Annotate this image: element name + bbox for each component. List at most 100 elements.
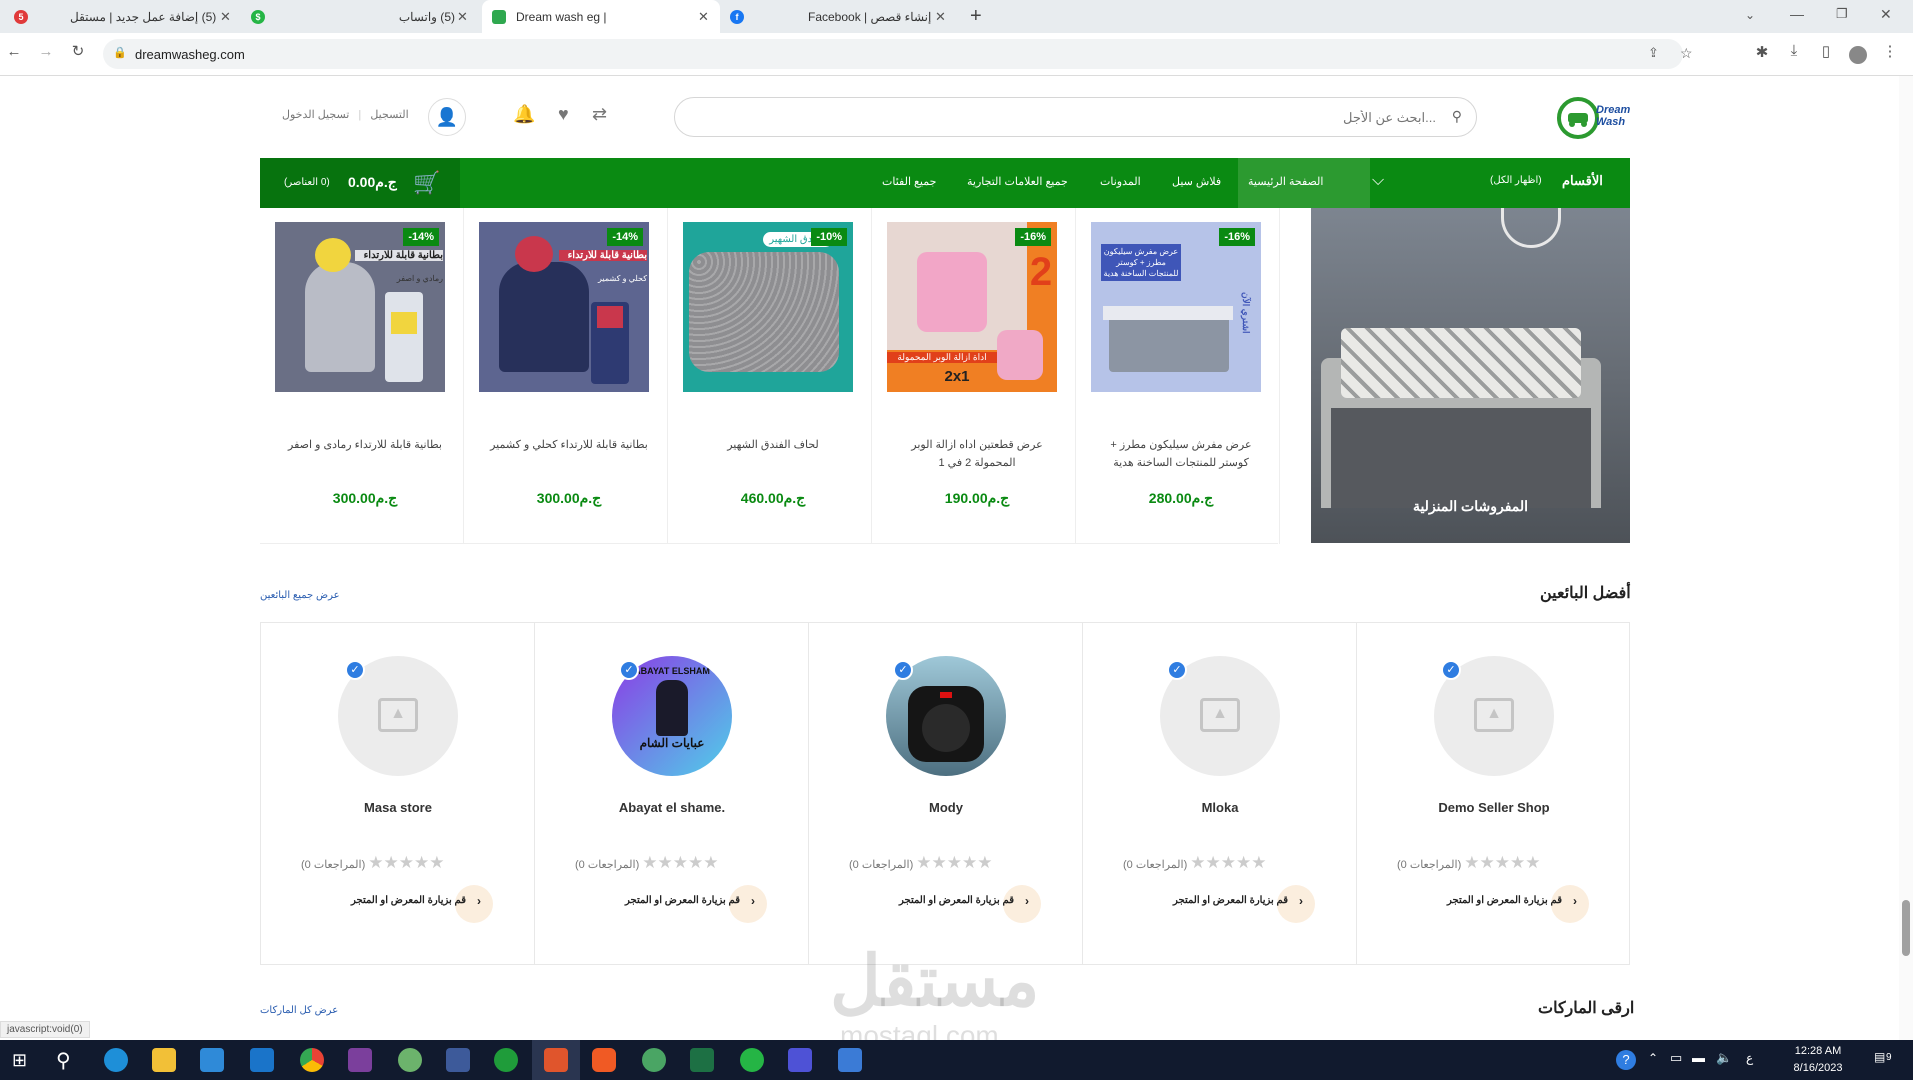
search-icon[interactable]: ⚲: [56, 1048, 71, 1073]
register-link[interactable]: التسجيل: [370, 109, 408, 121]
app-icon[interactable]: [838, 1048, 862, 1072]
product-card[interactable]: بطانية قابلة للارتداء كحلي و كشمير -14% …: [464, 208, 668, 544]
close-icon[interactable]: ✕: [220, 9, 231, 25]
download-icon[interactable]: ⤓: [1784, 42, 1804, 59]
menu-icon[interactable]: ⋮: [1880, 42, 1900, 60]
forward-icon[interactable]: →: [36, 43, 56, 60]
visit-store-link[interactable]: قم بزيارة المعرض او المتجر ›: [1447, 885, 1589, 923]
app-icon[interactable]: [446, 1048, 470, 1072]
seller-name[interactable]: Mloka: [1083, 800, 1357, 815]
network-icon[interactable]: ▭: [1670, 1050, 1682, 1066]
seller-name[interactable]: Abayat el shame.: [535, 800, 809, 815]
taskbar-date[interactable]: 8/16/2023: [1782, 1062, 1854, 1074]
search-input[interactable]: [706, 98, 1436, 136]
language-indicator[interactable]: ع: [1746, 1051, 1753, 1065]
battery-icon[interactable]: ▬: [1692, 1050, 1705, 1065]
nav-item-flash-sale[interactable]: فلاش سيل: [1172, 175, 1221, 188]
nav-categories-label[interactable]: الأقسام: [1562, 173, 1603, 189]
tab-whatsapp[interactable]: $ (5) واتساب ✕: [245, 0, 480, 33]
excel-icon[interactable]: [690, 1048, 714, 1072]
close-window-icon[interactable]: ✕: [1880, 6, 1892, 23]
nav-show-all[interactable]: (اظهار الكل): [1490, 175, 1542, 186]
brave-icon[interactable]: [592, 1048, 616, 1072]
page-scrollbar[interactable]: [1899, 76, 1913, 1040]
nav-item-home[interactable]: الصفحة الرئيسية: [1248, 175, 1323, 188]
product-card[interactable]: عرض مفرش سيليكون مطرز + كوستر للمنتجات ا…: [1076, 208, 1280, 544]
share-icon[interactable]: ⇪: [1648, 45, 1659, 61]
file-explorer-icon[interactable]: [152, 1048, 176, 1072]
cart-button[interactable]: (0 العناصر) ج.م0.00 🛒: [260, 158, 460, 208]
chrome-icon[interactable]: [300, 1048, 324, 1072]
restore-icon[interactable]: ❐: [1836, 6, 1848, 22]
view-all-sellers-link[interactable]: عرض جميع البائعين: [260, 590, 340, 601]
seller-card[interactable]: ✓ ABAYAT ELSHAM عبايات الشام Abayat el s…: [535, 623, 809, 964]
bookmark-star-icon[interactable]: ☆: [1680, 45, 1693, 62]
view-all-brands-link[interactable]: عرض كل الماركات: [260, 1005, 338, 1016]
edge-icon[interactable]: [104, 1048, 128, 1072]
address-bar[interactable]: 🔒 dreamwasheg.com ☆ ⇪: [103, 39, 1693, 69]
product-name[interactable]: عرض مفرش سيليكون مطرز + كوستر للمنتجات ا…: [1096, 436, 1266, 472]
seller-card[interactable]: ✓ ▲ Demo Seller Shop (0 المراجعات) ★★★★★…: [1357, 623, 1631, 964]
app-icon[interactable]: [348, 1048, 372, 1072]
whatsapp-icon[interactable]: [740, 1048, 764, 1072]
seller-card[interactable]: ✓ Mody (0 المراجعات) ★★★★★ قم بزيارة الم…: [809, 623, 1083, 964]
product-name[interactable]: بطانية قابلة للارتداء رمادى و اصفر: [280, 436, 450, 454]
nav-item-all-brands[interactable]: جميع العلامات التجارية: [967, 175, 1068, 188]
search-bar[interactable]: ⚲: [674, 97, 1477, 137]
close-icon[interactable]: ✕: [698, 9, 709, 25]
visit-store-link[interactable]: قم بزيارة المعرض او المتجر ›: [1173, 885, 1315, 923]
category-banner[interactable]: المفروشات المنزلية: [1311, 208, 1630, 543]
seller-name[interactable]: Mody: [809, 800, 1083, 815]
taskbar-time[interactable]: 12:28 AM: [1782, 1045, 1854, 1057]
notification-icon[interactable]: ▤: [1874, 1050, 1885, 1064]
seller-name[interactable]: Masa store: [261, 800, 535, 815]
nav-item-all-categories[interactable]: جميع الفئات: [882, 175, 936, 188]
visit-store-link[interactable]: قم بزيارة المعرض او المتجر ›: [625, 885, 767, 923]
seller-card[interactable]: ✓ ▲ Masa store (0 المراجعات) ★★★★★ قم بز…: [261, 623, 535, 964]
minimize-icon[interactable]: —: [1790, 6, 1804, 22]
close-icon[interactable]: ✕: [457, 9, 468, 25]
app-icon[interactable]: [398, 1048, 422, 1072]
app-icon[interactable]: [788, 1048, 812, 1072]
help-icon[interactable]: ?: [1616, 1050, 1636, 1070]
tab-mostaql[interactable]: 5 (5) إضافة عمل جديد | مستقل ✕: [10, 0, 240, 33]
seller-name[interactable]: Demo Seller Shop: [1357, 800, 1631, 815]
app-icon[interactable]: [544, 1048, 568, 1072]
search-icon[interactable]: ⚲: [1452, 108, 1462, 125]
product-card[interactable]: بطانية قابلة للارتداء رمادي و اصفر -14% …: [260, 208, 464, 544]
new-tab-button[interactable]: +: [970, 5, 982, 28]
mail-icon[interactable]: [250, 1048, 274, 1072]
visit-store-link[interactable]: قم بزيارة المعرض او المتجر ›: [351, 885, 493, 923]
user-icon[interactable]: 👤: [428, 98, 466, 136]
back-icon[interactable]: ←: [4, 43, 24, 60]
visit-store-link[interactable]: قم بزيارة المعرض او المتجر ›: [899, 885, 1041, 923]
product-card[interactable]: الفندق الشهير -10% لحاف الفندق الشهير ج.…: [668, 208, 872, 544]
extensions-icon[interactable]: ✱: [1752, 43, 1772, 61]
heart-icon[interactable]: ♥: [558, 104, 569, 125]
store-icon[interactable]: [200, 1048, 224, 1072]
close-icon[interactable]: ✕: [935, 9, 946, 25]
nav-item-blogs[interactable]: المدونات: [1100, 175, 1141, 188]
volume-icon[interactable]: 🔈: [1716, 1050, 1732, 1066]
product-name[interactable]: عرض قطعتين اداه ازالة الوبر المحمولة 2 ف…: [892, 436, 1062, 472]
chevron-down-icon[interactable]: ⌵: [1372, 172, 1384, 190]
chevron-up-icon[interactable]: ⌃: [1648, 1051, 1658, 1065]
app-icon[interactable]: [642, 1048, 666, 1072]
product-card[interactable]: 2 اداة ازالة الوبر المحمولة 2x1 -16% عرض…: [872, 208, 1076, 544]
product-name[interactable]: لحاف الفندق الشهير: [688, 436, 858, 454]
login-link[interactable]: تسجيل الدخول: [282, 109, 349, 121]
tab-search-icon[interactable]: ⌄: [1745, 8, 1755, 22]
app-icon[interactable]: [494, 1048, 518, 1072]
profile-avatar[interactable]: [1849, 46, 1867, 64]
reload-icon[interactable]: ↻: [68, 42, 88, 60]
sidepanel-icon[interactable]: ▯: [1816, 42, 1836, 60]
tab-dreamwash[interactable]: Dream wash eg | ✕: [482, 0, 720, 33]
scrollbar-thumb[interactable]: [1902, 900, 1910, 956]
bell-icon[interactable]: 🔔: [513, 104, 535, 125]
compare-icon[interactable]: ⇄: [592, 104, 607, 125]
site-logo[interactable]: Dream Wash: [1556, 96, 1632, 140]
tab-facebook[interactable]: f Facebook | إنشاء قصص ✕: [723, 0, 958, 33]
seller-card[interactable]: ✓ ▲ Mloka (0 المراجعات) ★★★★★ قم بزيارة …: [1083, 623, 1357, 964]
windows-start-icon[interactable]: ⊞: [12, 1050, 27, 1071]
product-name[interactable]: بطانية قابلة للارتداء كحلي و كشمير: [484, 436, 654, 454]
